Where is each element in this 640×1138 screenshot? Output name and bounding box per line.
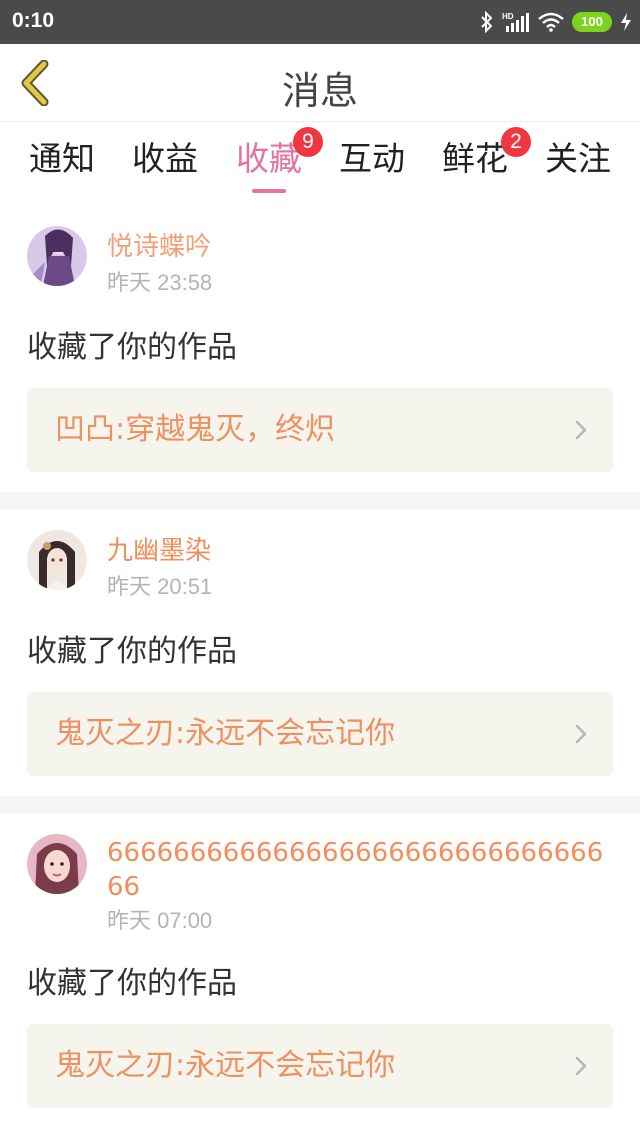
tab-badge: 9 xyxy=(293,127,323,157)
message-header: 66666666666666666666666666666666 昨天 07:0… xyxy=(27,834,613,946)
timestamp: 昨天 07:00 xyxy=(107,908,213,933)
message-list: 悦诗蝶吟 昨天 23:58 收藏了你的作品 凹凸:穿越鬼灭，终炽 九幽墨染 昨天… xyxy=(0,206,640,1128)
work-link[interactable]: 鬼灭之刃:永远不会忘记你 xyxy=(27,1024,613,1108)
tab-badge: 2 xyxy=(501,127,531,157)
timestamp: 昨天 23:58 xyxy=(107,270,213,295)
chevron-right-icon xyxy=(575,724,587,744)
action-text: 收藏了你的作品 xyxy=(27,330,237,365)
message-header: 悦诗蝶吟 昨天 23:58 xyxy=(27,226,613,302)
work-link[interactable]: 凹凸:穿越鬼灭，终炽 xyxy=(27,388,613,472)
username[interactable]: 九幽墨染 xyxy=(107,530,613,570)
list-item: 悦诗蝶吟 昨天 23:58 收藏了你的作品 凹凸:穿越鬼灭，终炽 xyxy=(0,206,640,510)
avatar-image xyxy=(27,226,87,286)
avatar-image xyxy=(27,530,87,590)
list-item: 66666666666666666666666666666666 昨天 07:0… xyxy=(0,814,640,1128)
status-bar: 0:10 HD 100 xyxy=(0,0,640,44)
tab-earnings[interactable]: 收益 xyxy=(117,137,213,199)
status-icons: HD 100 xyxy=(480,10,632,34)
tab-notifications[interactable]: 通知 xyxy=(14,137,110,199)
avatar-image xyxy=(27,834,87,894)
tab-label: 鲜花 xyxy=(442,139,508,178)
avatar[interactable] xyxy=(27,226,87,286)
tab-label: 收益 xyxy=(132,139,198,178)
status-time: 0:10 xyxy=(12,9,55,32)
tab-flowers[interactable]: 鲜花 2 xyxy=(427,127,531,199)
chevron-right-icon xyxy=(575,1056,587,1076)
avatar[interactable] xyxy=(27,530,87,590)
tab-favorites[interactable]: 收藏 9 xyxy=(221,127,323,199)
timestamp: 昨天 20:51 xyxy=(107,574,213,599)
active-tab-indicator xyxy=(252,189,286,193)
bluetooth-icon xyxy=(481,11,493,33)
action-text: 收藏了你的作品 xyxy=(27,634,237,669)
tab-label: 互动 xyxy=(339,139,405,178)
battery-icon: 100 xyxy=(572,12,612,32)
tab-label: 关注 xyxy=(545,139,611,178)
tab-label: 通知 xyxy=(29,139,95,178)
tab-interactions[interactable]: 互动 xyxy=(324,137,420,199)
page-title: 消息 xyxy=(281,69,358,113)
tab-bar: 通知 收益 收藏 9 互动 鲜花 2 关注 xyxy=(0,123,640,203)
work-link[interactable]: 鬼灭之刃:永远不会忘记你 xyxy=(27,692,613,776)
wifi-icon xyxy=(538,12,564,32)
username[interactable]: 悦诗蝶吟 xyxy=(107,226,613,266)
work-title: 鬼灭之刃:永远不会忘记你 xyxy=(55,716,396,751)
charging-icon xyxy=(621,13,631,31)
username[interactable]: 66666666666666666666666666666666 xyxy=(107,834,613,904)
avatar[interactable] xyxy=(27,834,87,894)
header: 消息 xyxy=(0,44,640,122)
message-header: 九幽墨染 昨天 20:51 xyxy=(27,530,613,606)
work-title: 鬼灭之刃:永远不会忘记你 xyxy=(55,1048,396,1083)
action-text: 收藏了你的作品 xyxy=(27,966,237,1001)
chevron-right-icon xyxy=(575,420,587,440)
hd-signal-icon: HD xyxy=(502,12,529,32)
list-item: 九幽墨染 昨天 20:51 收藏了你的作品 鬼灭之刃:永远不会忘记你 xyxy=(0,510,640,814)
work-title: 凹凸:穿越鬼灭，终炽 xyxy=(55,412,336,447)
svg-text:HD: HD xyxy=(502,12,514,21)
tab-following[interactable]: 关注 xyxy=(530,137,626,199)
